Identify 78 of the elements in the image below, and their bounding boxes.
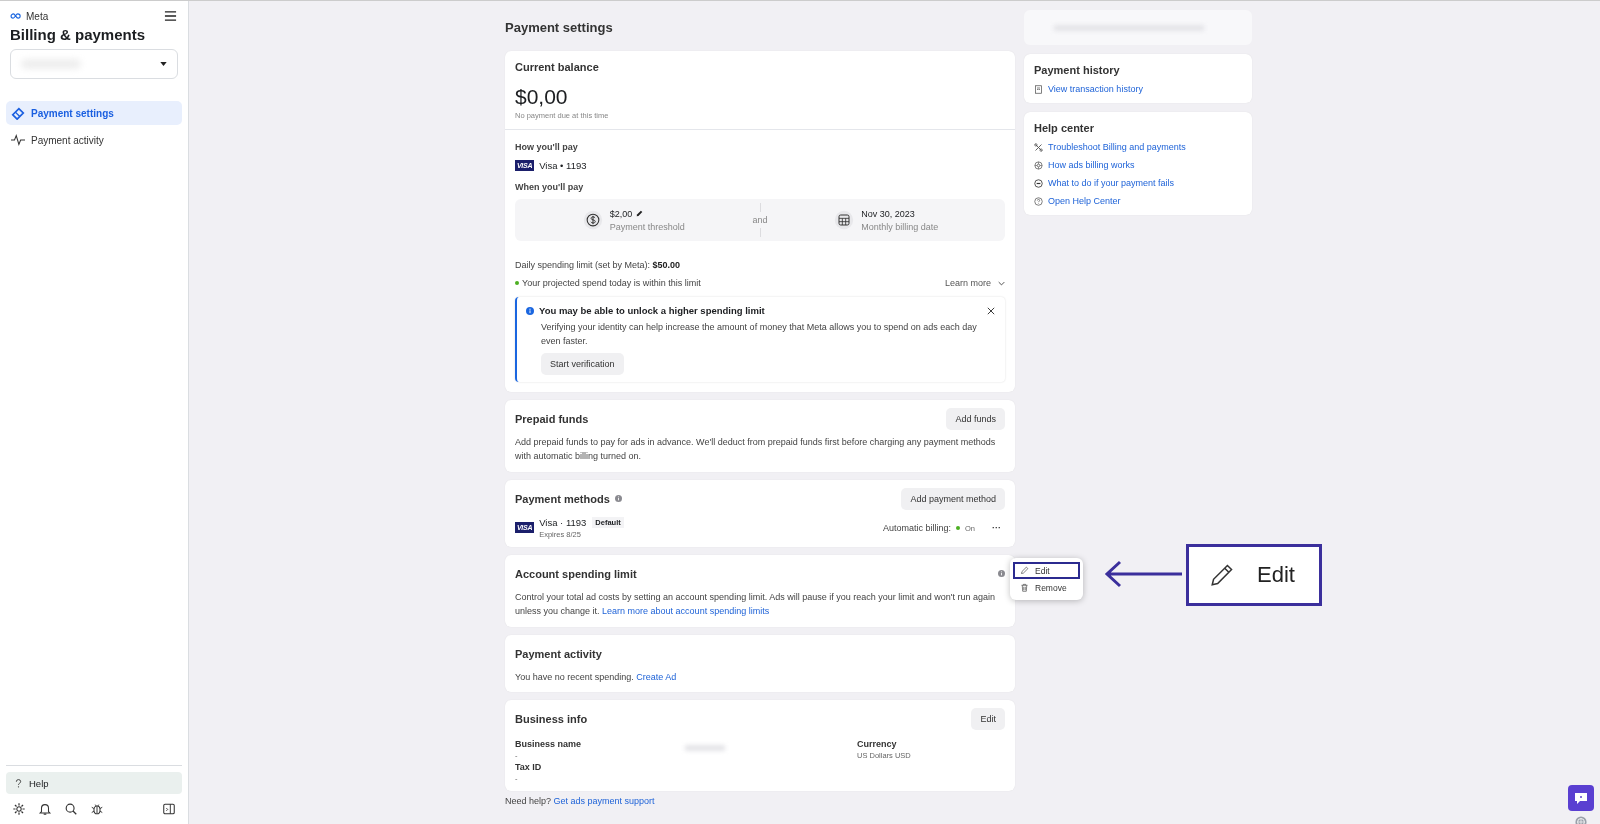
card-label: Visa • 1193 [539, 160, 587, 171]
card-description: Add prepaid funds to pay for ads in advance. We'll deduct from prepaid funds first before charging any payment methods with automatic billing turned on. [515, 436, 997, 464]
panel-icon[interactable] [162, 802, 176, 816]
trash-icon [1020, 583, 1029, 592]
info-icon[interactable] [998, 570, 1005, 578]
sidebar-item[interactable]: Payment settings [6, 101, 182, 125]
minus-circle-icon [1034, 178, 1043, 188]
banner-title: You may be able to unlock a higher spending limit [539, 305, 765, 316]
create-ad-link[interactable]: Create Ad [636, 671, 677, 682]
card-description: You have no recent spending. Create Ad [515, 670, 678, 684]
menu-icon[interactable] [164, 10, 177, 22]
card-title: Payment methods [515, 492, 610, 505]
dollar-icon [582, 210, 603, 230]
info-icon[interactable] [614, 495, 622, 503]
card-title: Current balance [515, 61, 600, 73]
card-title: Payment activity [515, 647, 602, 660]
projected-spend-status: Your projected spend today is within this limit [522, 278, 701, 288]
pencil-icon [1020, 566, 1029, 575]
more-button[interactable]: ··· [988, 522, 1005, 533]
chevron-down-icon[interactable] [998, 280, 1005, 286]
help-footer: Need help? Get ads payment support [505, 796, 1015, 807]
question-mark-icon [15, 778, 22, 788]
card-title: Business info [515, 712, 588, 725]
billing-date-label: Monthly billing date [861, 221, 939, 232]
help-icon [1034, 196, 1043, 206]
infinity-icon [10, 12, 24, 20]
section-label: How you'll pay [515, 142, 579, 152]
banner-text: Verifying your identity can help increase the amount of money that Meta allows you to spend on ads each day even faster. [541, 321, 978, 348]
field-label: Currency [857, 738, 898, 749]
help-item[interactable]: Help [6, 772, 182, 794]
chat-button[interactable] [1568, 785, 1594, 811]
sidebar-item[interactable]: Payment activity [6, 128, 182, 152]
card-title: Payment history [1034, 64, 1121, 76]
field-label: Business name [515, 738, 583, 749]
pencil-icon[interactable] [636, 210, 644, 217]
support-link[interactable]: Get ads payment support [553, 795, 655, 806]
page-heading: Billing & payments [9, 25, 147, 43]
learn-more-link[interactable]: Learn more about account spending limits [602, 606, 770, 617]
bug-icon[interactable] [90, 802, 104, 816]
help-link[interactable]: View transaction history [1048, 84, 1143, 94]
card-label: Visa · 1193 [539, 516, 587, 528]
add-funds-button[interactable]: Add funds [946, 408, 1005, 430]
meta-logo: Meta [10, 10, 49, 22]
pulse-icon [11, 133, 25, 147]
section-label: When you'll pay [515, 182, 585, 192]
billing-label: Automatic billing: [882, 522, 951, 533]
close-icon[interactable] [987, 306, 995, 315]
receipt-icon [1034, 84, 1043, 94]
help-link[interactable]: What to do if your payment fails [1048, 178, 1175, 188]
search-icon[interactable] [64, 802, 78, 816]
threshold-label: Payment threshold [609, 221, 685, 232]
edit-button[interactable]: Edit [971, 707, 1005, 730]
balance-amount: $0,00 [515, 85, 569, 109]
threshold-value: $2,00 [609, 208, 633, 219]
tools-icon [1034, 142, 1043, 152]
joiner-text: and [752, 215, 768, 225]
start-verification-button[interactable]: Start verification [541, 353, 624, 375]
info-icon [526, 306, 534, 315]
menu-item[interactable]: Remove [1013, 579, 1080, 596]
menu-item[interactable]: Edit [1013, 562, 1080, 579]
page-title: Payment settings [505, 19, 614, 37]
card-title: Prepaid funds [515, 413, 589, 425]
help-link[interactable]: Open Help Center [1048, 196, 1121, 206]
bell-icon[interactable] [38, 802, 52, 816]
card-description: Control your total ad costs by setting an account spending limit. Ads will pause if you reach your limit and won't run again unless you change it. Learn more about account spending limits [515, 590, 996, 619]
edit-callout: Edit [1186, 544, 1322, 606]
help-link[interactable]: How ads billing works [1048, 160, 1135, 170]
billing-date: Nov 30, 2023 [861, 208, 916, 219]
add-payment-method-button[interactable]: Add payment method [901, 487, 1005, 510]
pencil-icon [1209, 562, 1235, 588]
daily-limit: Daily spending limit (set by Meta): $50.00 [515, 260, 682, 270]
card-title: Account spending limit [515, 567, 637, 580]
card-title: Help center [1034, 122, 1095, 134]
calendar-icon [834, 210, 855, 230]
caret-icon [160, 62, 167, 66]
learn-more-toggle[interactable]: Learn more [944, 278, 991, 288]
field-label: Tax ID [515, 761, 543, 772]
help-link[interactable]: Troubleshoot Billing and payments [1048, 142, 1186, 152]
